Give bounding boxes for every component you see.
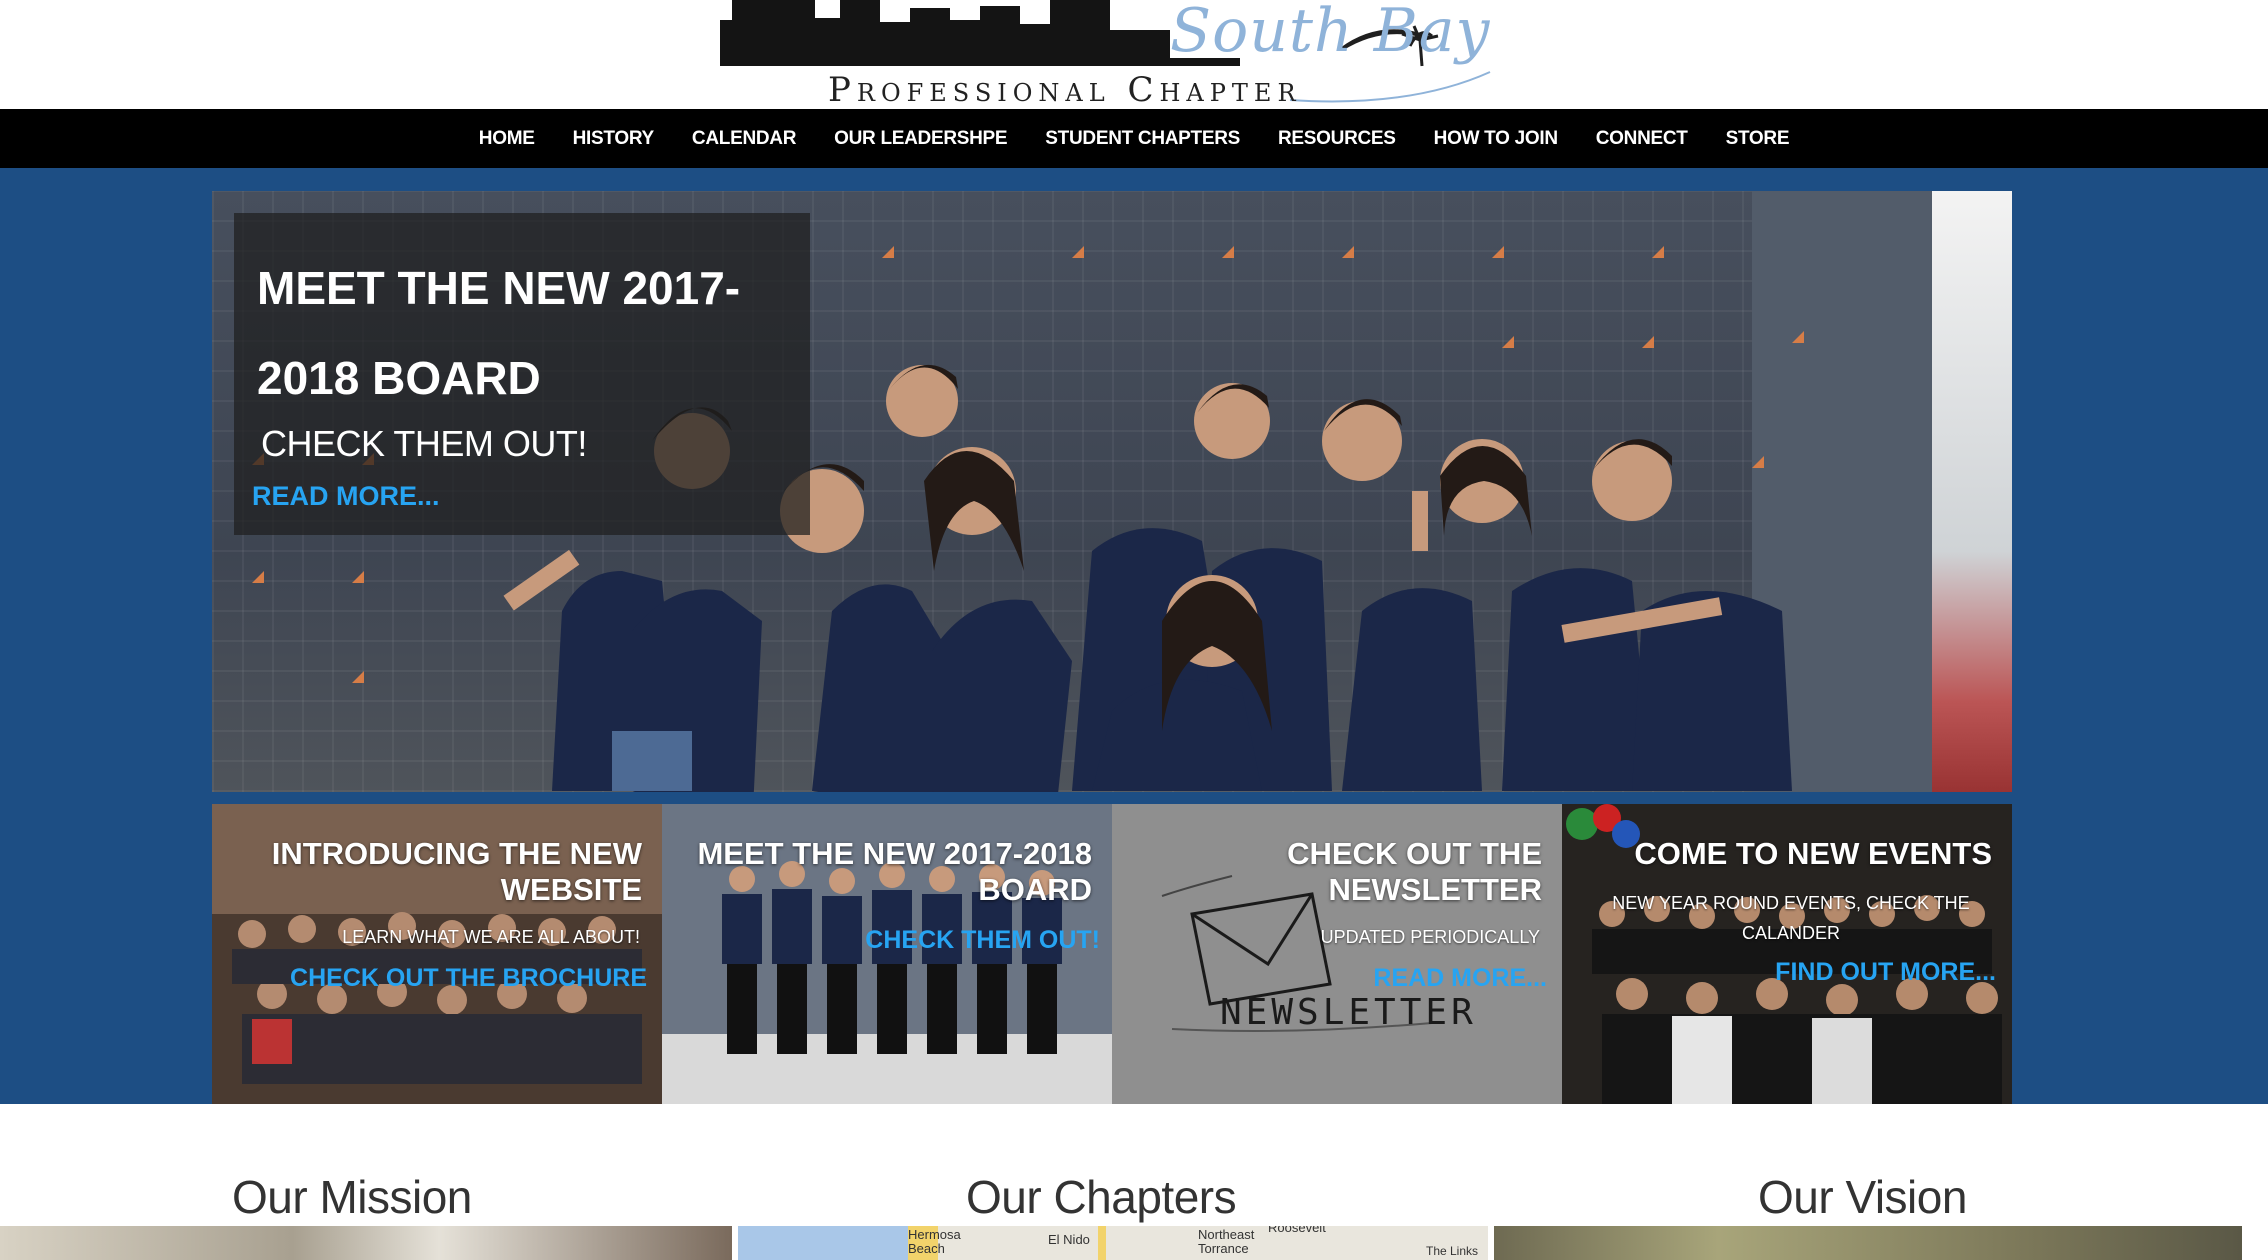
feature-tile-events[interactable]: COME TO NEW EVENTS NEW YEAR ROUND EVENTS… — [1562, 804, 2012, 1104]
hero-read-more-link[interactable]: READ MORE... — [252, 481, 440, 512]
hero-slider[interactable]: MEET THE NEW 2017-2018 BOARD CHECK THEM … — [212, 191, 2012, 792]
map-road — [1098, 1226, 1106, 1260]
tile-2-title: MEET THE NEW 2017-2018 BOARD — [697, 836, 1092, 907]
nav-store[interactable]: STORE — [1726, 128, 1790, 150]
map-label: Northeast Torrance — [1198, 1227, 1255, 1256]
logo-script-text: South Bay — [1170, 0, 1491, 66]
nav-leadership[interactable]: OUR LEADERSHPE — [834, 128, 1007, 150]
chapters-map[interactable]: Hermosa Beach El Nido Northeast Torrance… — [738, 1226, 1488, 1260]
map-label: El Nido — [1048, 1232, 1090, 1247]
hero-subtitle: CHECK THEM OUT! — [261, 423, 587, 464]
main-nav: HOME HISTORY CALENDAR OUR LEADERSHPE STU… — [0, 109, 2268, 168]
newsletter-image-text: NEWSLETTER — [1220, 992, 1477, 1033]
map-label: Hermosa Beach — [908, 1227, 961, 1256]
chapter-logo[interactable]: South Bay Professional Chapter — [720, 0, 1506, 110]
hero-title: MEET THE NEW 2017-2018 BOARD — [257, 262, 741, 404]
tile-1-title: INTRODUCING THE NEW WEBSITE — [271, 836, 642, 907]
nav-how-to-join[interactable]: HOW TO JOIN — [1434, 128, 1558, 150]
tile-3-subtitle: UPDATED PERIODICALLY — [1320, 927, 1540, 947]
chapters-heading: Our Chapters — [966, 1171, 1237, 1223]
vision-image[interactable] — [1494, 1226, 2242, 1260]
logo-subtitle: Professional Chapter — [828, 70, 1302, 110]
map-label: The Links — [1426, 1244, 1479, 1258]
feature-tile-board[interactable]: MEET THE NEW 2017-2018 BOARD CHECK THEM … — [662, 804, 1112, 1104]
tile-1-subtitle: LEARN WHAT WE ARE ALL ABOUT! — [342, 927, 640, 947]
tile-4-find-more-link[interactable]: FIND OUT MORE... — [1775, 958, 1996, 987]
nav-resources[interactable]: RESOURCES — [1278, 128, 1396, 150]
tile-3-title: CHECK OUT THE NEWSLETTER — [1287, 836, 1542, 907]
nav-student-chapters[interactable]: STUDENT CHAPTERS — [1045, 128, 1240, 150]
tile-1-brochure-link[interactable]: CHECK OUT THE BROCHURE — [290, 964, 647, 993]
nav-history[interactable]: HISTORY — [573, 128, 655, 150]
mission-heading: Our Mission — [232, 1171, 472, 1223]
tile-2-check-link[interactable]: CHECK THEM OUT! — [865, 926, 1100, 955]
feature-tile-website[interactable]: INTRODUCING THE NEW WEBSITE LEARN WHAT W… — [212, 804, 662, 1104]
nav-home[interactable]: HOME — [479, 128, 535, 150]
mission-image[interactable] — [0, 1226, 732, 1260]
feature-tile-newsletter[interactable]: NEWSLETTER CHECK OUT THE NEWSLETTER UPDA… — [1112, 804, 1562, 1104]
tile-4-subtitle: NEW YEAR ROUND EVENTS, CHECK THE CALANDE… — [1612, 893, 1970, 943]
nav-connect[interactable]: CONNECT — [1596, 128, 1688, 150]
tile-4-title: COME TO NEW EVENTS — [1634, 836, 1992, 871]
tile-3-read-more-link[interactable]: READ MORE... — [1373, 964, 1547, 993]
hero-caption-card: MEET THE NEW 2017-2018 BOARD CHECK THEM … — [234, 213, 810, 535]
map-water — [738, 1226, 908, 1260]
map-label: Roosevelt — [1268, 1226, 1326, 1235]
nav-calendar[interactable]: CALENDAR — [692, 128, 797, 150]
header: South Bay Professional Chapter — [0, 0, 2268, 110]
vision-heading: Our Vision — [1758, 1171, 1967, 1223]
